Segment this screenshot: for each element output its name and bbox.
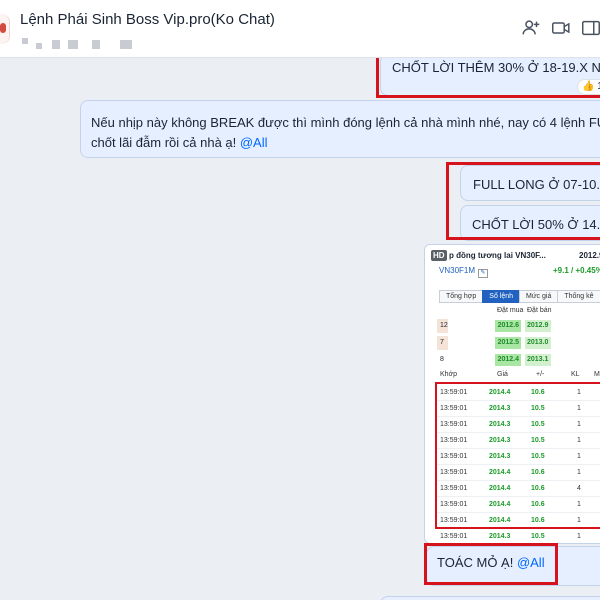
trades-header-price: Giá xyxy=(497,371,508,378)
video-call-icon[interactable] xyxy=(550,17,574,41)
orderbook-bid: 2012.5 xyxy=(495,337,521,349)
trade-row: 13:59:01 2014.3 10.5 1 xyxy=(437,449,600,465)
thumbs-up-icon: 👍 xyxy=(582,81,595,92)
orderbook-row: 12 2012.6 2012.9 xyxy=(437,319,600,334)
group-avatar[interactable] xyxy=(0,14,10,44)
tab-tong-hop: Tổng hợp xyxy=(439,290,484,303)
orderbook-ask: 2012.9 xyxy=(525,320,551,332)
message-bubble-announcement[interactable]: Nếu nhịp này không BREAK được thì mình đ… xyxy=(80,100,600,158)
orderbook-ask: 2013.1 xyxy=(525,354,551,366)
trade-row: 13:59:01 2014.3 10.5 1 xyxy=(437,433,600,449)
orderbook-row: 7 2012.5 2013.0 xyxy=(437,336,600,351)
trade-row: 13:59:01 2014.4 10.6 1 xyxy=(437,497,600,513)
edit-icon: ✎ xyxy=(478,269,489,278)
screenshot-header: HD p đồng tương lai VN30F... 2012.9 VN30… xyxy=(425,245,600,281)
add-member-icon[interactable] xyxy=(520,17,544,41)
header-actions xyxy=(500,17,600,41)
price-change: +9.1 / +0.45% xyxy=(553,266,600,275)
hd-badge: HD xyxy=(431,250,447,261)
message-text: Nếu nhịp này không BREAK được thì mình đ… xyxy=(91,115,600,150)
mention-all-link[interactable]: @All xyxy=(517,555,545,570)
more-icon[interactable] xyxy=(580,17,600,41)
reaction-badge[interactable]: 👍 1 xyxy=(577,79,600,95)
message-text: CHỐT LỜI 50% Ở 14.X! @ xyxy=(472,217,600,232)
trade-row: 13:59:01 2014.3 10.5 1 xyxy=(437,529,600,543)
trade-row: 13:59:01 2014.4 10.6 1 xyxy=(437,385,600,401)
contract-code: VN30F1M ✎ xyxy=(439,266,489,278)
orderbook-bid: 2012.6 xyxy=(495,320,521,332)
trade-row: 13:59:01 2014.4 10.6 1 xyxy=(437,465,600,481)
trading-screenshot-image[interactable]: HD p đồng tương lai VN30F... 2012.9 VN30… xyxy=(424,244,600,544)
screenshot-tabs: Tổng hợp Sổ lệnh Mức giá Thống kê xyxy=(439,285,600,303)
trade-row: 13:59:01 2014.3 10.5 1 xyxy=(437,417,600,433)
trades-header-side: M/ xyxy=(594,371,600,378)
orderbook-bid-header: Đặt mua xyxy=(497,307,524,314)
message-bubble-toac-mo[interactable]: TOÁC MỎ Ạ! @All xyxy=(426,546,600,586)
trades-header-volume: KL xyxy=(571,371,580,378)
chat-header: Lệnh Phái Sinh Boss Vip.pro(Ko Chat) xyxy=(0,0,600,58)
message-text: CHỐT LỜI THÊM 30% Ở 18-19.X NHÉ! @ xyxy=(392,60,600,75)
trades-header-time: Khớp xyxy=(440,371,458,378)
message-bubble-take-profit-50[interactable]: CHỐT LỜI 50% Ở 14.X! @ xyxy=(460,205,600,241)
tab-thong-ke: Thống kê xyxy=(557,290,600,303)
orderbook-level: 8 xyxy=(437,353,448,367)
orderbook-ask-header: Đặt bán xyxy=(527,307,552,314)
trade-row: 13:59:01 2014.4 10.6 1 xyxy=(437,513,600,529)
tab-muc-gia: Mức giá xyxy=(519,290,559,303)
message-list[interactable]: CHỐT LỜI THÊM 30% Ở 18-19.X NHÉ! @ 👍 1 N… xyxy=(0,58,600,600)
avatar-logo xyxy=(0,23,6,33)
message-text: FULL LONG Ở 07-10.X! @ xyxy=(473,177,600,192)
tab-so-lenh: Sổ lệnh xyxy=(482,290,521,303)
message-text: TOÁC MỎ Ạ! @All xyxy=(437,555,545,570)
trades-header-change: +/- xyxy=(536,371,545,378)
mention-all-link[interactable]: @All xyxy=(240,135,268,150)
orderbook-ask: 2013.0 xyxy=(525,337,551,349)
orderbook-level: 7 xyxy=(437,336,448,350)
orderbook-level: 12 xyxy=(437,319,448,333)
trade-row: 13:59:01 2014.4 10.6 4 xyxy=(437,481,600,497)
chat-title: Lệnh Phái Sinh Boss Vip.pro(Ko Chat) xyxy=(20,11,275,28)
contract-title: p đồng tương lai VN30F... xyxy=(449,251,546,260)
orderbook-row: 8 2012.4 2013.1 xyxy=(437,353,600,368)
message-bubble-take-profit-30[interactable]: CHỐT LỜI THÊM 30% Ở 18-19.X NHÉ! @ 👍 1 xyxy=(380,58,600,96)
orderbook-bid: 2012.4 xyxy=(495,354,521,366)
trade-row: 13:59:01 2014.3 10.5 1 xyxy=(437,401,600,417)
redacted-subtitle xyxy=(22,38,162,50)
message-bubble-full-long[interactable]: FULL LONG Ở 07-10.X! @ xyxy=(460,165,600,201)
message-bubble-partial[interactable] xyxy=(380,596,600,600)
last-price: 2012.9 xyxy=(579,251,600,260)
trades-header: Khớp Giá +/- KL M/ xyxy=(437,371,600,383)
